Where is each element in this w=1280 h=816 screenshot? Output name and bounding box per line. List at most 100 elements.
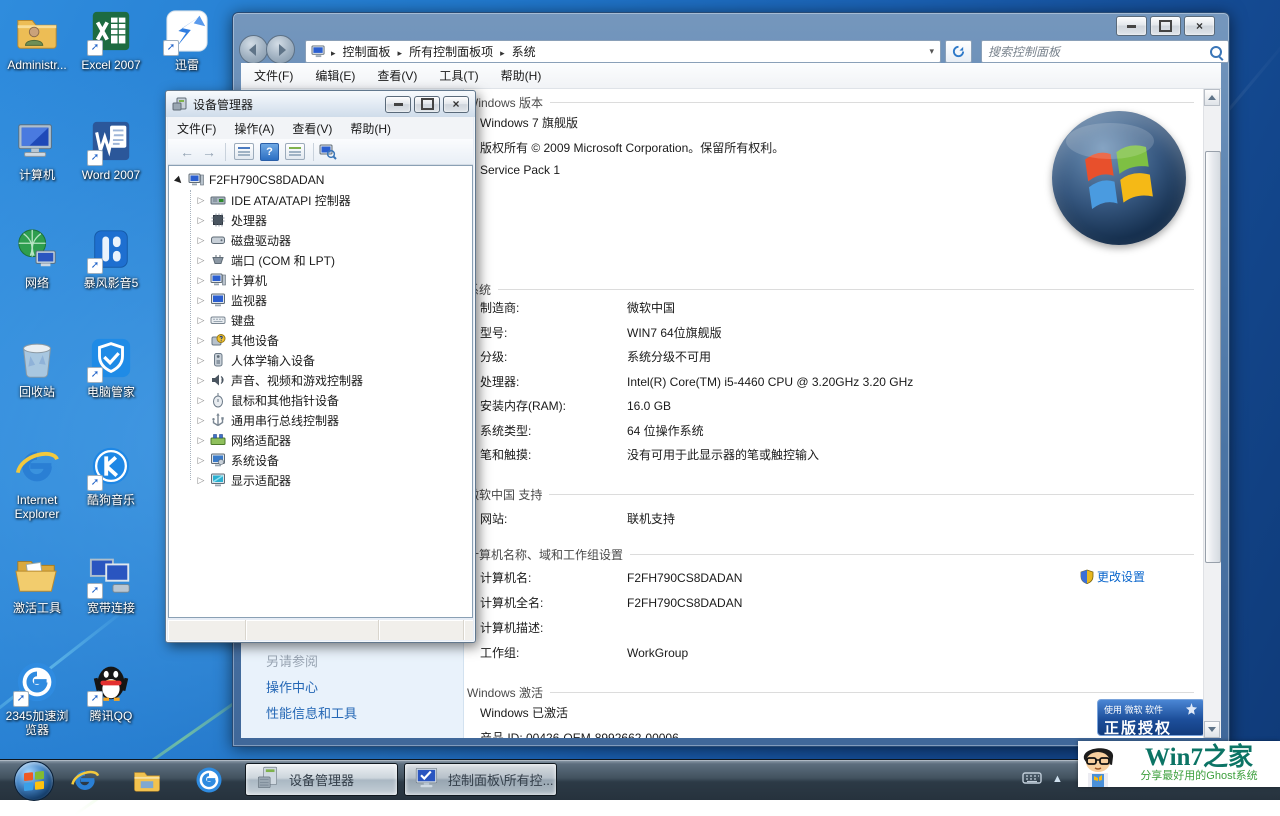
- start-button[interactable]: [14, 761, 54, 801]
- close-button[interactable]: ×: [1184, 16, 1215, 36]
- tree-item[interactable]: ▷人体学输入设备: [169, 350, 315, 370]
- expand-icon[interactable]: ▷: [195, 395, 207, 406]
- taskbar-button-device-manager[interactable]: 设备管理器: [245, 763, 398, 796]
- breadcrumb[interactable]: ▸控制面板▸所有控制面板项▸系统 ▾: [305, 40, 941, 63]
- menu-item[interactable]: 查看(V): [377, 67, 417, 84]
- minimize-button[interactable]: [1116, 16, 1147, 36]
- collapse-icon[interactable]: ▶: [171, 172, 187, 188]
- menu-item[interactable]: 编辑(E): [315, 67, 355, 84]
- scroll-up-button[interactable]: [1204, 89, 1220, 106]
- tree-item[interactable]: ▷端口 (COM 和 LPT): [169, 250, 335, 270]
- touch-keyboard-icon[interactable]: [1022, 771, 1042, 785]
- desktop-icon-browser-2345[interactable]: ➚2345加速浏览器: [1, 659, 73, 737]
- system-menu-bar: 文件(F) 编辑(E) 查看(V) 工具(T) 帮助(H): [241, 63, 1221, 89]
- scrollbar-thumb[interactable]: [1205, 151, 1221, 563]
- tree-item[interactable]: ▷计算机: [169, 270, 267, 290]
- tree-item[interactable]: ▷键盘: [169, 310, 255, 330]
- forward-button[interactable]: [266, 35, 295, 64]
- menu-item[interactable]: 操作(A): [225, 120, 283, 137]
- row-value-link[interactable]: 系统分级不可用: [627, 350, 711, 364]
- expand-icon[interactable]: ▷: [195, 435, 207, 446]
- expand-icon[interactable]: ▷: [195, 295, 207, 306]
- show-console-tree-button[interactable]: [234, 143, 254, 160]
- minimize-button[interactable]: [385, 96, 411, 113]
- menu-item[interactable]: 帮助(H): [501, 67, 542, 84]
- desktop-icon-broadband[interactable]: ➚宽带连接: [75, 551, 147, 615]
- expand-icon[interactable]: ▷: [195, 375, 207, 386]
- vertical-scrollbar[interactable]: [1203, 89, 1221, 738]
- taskbar-launcher-ie[interactable]: [70, 765, 102, 795]
- search-icon[interactable]: [1210, 46, 1222, 58]
- taskbar-button-control-panel[interactable]: 控制面板\所有控...: [404, 763, 557, 796]
- tree-item[interactable]: ▷鼠标和其他指针设备: [169, 390, 339, 410]
- tree-item[interactable]: ▷IDE ATA/ATAPI 控制器: [169, 190, 351, 210]
- search-input[interactable]: 搜索控制面板: [981, 40, 1229, 63]
- expand-icon[interactable]: ▷: [195, 315, 207, 326]
- expand-icon[interactable]: ▷: [195, 415, 207, 426]
- tree-item[interactable]: ▷显示适配器: [169, 470, 291, 490]
- tree-item[interactable]: ▷磁盘驱动器: [169, 230, 291, 250]
- taskbar-launcher-browser-2345[interactable]: [194, 765, 226, 795]
- menu-item[interactable]: 文件(F): [254, 67, 293, 84]
- other-device-icon: [209, 332, 227, 348]
- tree-item[interactable]: ▷声音、视频和游戏控制器: [169, 370, 363, 390]
- menu-item[interactable]: 文件(F): [168, 120, 225, 137]
- sidebar-link[interactable]: 性能信息和工具: [266, 703, 357, 722]
- menu-item[interactable]: 工具(T): [439, 67, 478, 84]
- expand-icon[interactable]: ▷: [195, 235, 207, 246]
- desktop-icon-recycle-bin[interactable]: 回收站: [1, 335, 73, 399]
- expand-icon[interactable]: ▷: [195, 335, 207, 346]
- expand-icon[interactable]: ▷: [195, 275, 207, 286]
- close-button[interactable]: ×: [443, 96, 469, 113]
- expand-icon[interactable]: ▷: [195, 475, 207, 486]
- breadcrumb-item[interactable]: 系统: [508, 45, 540, 59]
- expand-icon[interactable]: ▷: [195, 195, 207, 206]
- desktop-icon-activation-tools[interactable]: 激活工具: [1, 551, 73, 615]
- tree-item[interactable]: ▷其他设备: [169, 330, 279, 350]
- desktop-icon-pc-manager[interactable]: ➚电脑管家: [75, 335, 147, 399]
- desktop-icon-internet-explorer[interactable]: Internet Explorer: [1, 443, 73, 521]
- breadcrumb-dropdown[interactable]: ▾: [923, 46, 940, 57]
- maximize-button[interactable]: [414, 96, 440, 113]
- desktop-icon-baofeng5[interactable]: ➚暴风影音5: [75, 226, 147, 290]
- refresh-button[interactable]: [945, 40, 972, 63]
- desktop-icon-kugou-music[interactable]: ➚酷狗音乐: [75, 443, 147, 507]
- desktop-icon-network[interactable]: 网络: [1, 226, 73, 290]
- maximize-button[interactable]: [1150, 16, 1181, 36]
- expand-icon[interactable]: ▷: [195, 355, 207, 366]
- show-hidden-icons-button[interactable]: ▲: [1052, 773, 1063, 785]
- forward-button[interactable]: →: [198, 144, 220, 160]
- action-pane-button[interactable]: [285, 143, 305, 160]
- windows-edition: Windows 7 旗舰版: [480, 114, 578, 131]
- desktop-icon-word-2007[interactable]: ➚Word 2007: [75, 118, 147, 182]
- tree-item[interactable]: ▷通用串行总线控制器: [169, 410, 339, 430]
- desktop-icon-administrator[interactable]: Administr...: [1, 8, 73, 72]
- desktop-icon-computer[interactable]: 计算机: [1, 118, 73, 182]
- back-button[interactable]: ←: [176, 144, 198, 160]
- tree-item[interactable]: ▷监视器: [169, 290, 267, 310]
- tree-item[interactable]: ▷网络适配器: [169, 430, 291, 450]
- back-button[interactable]: [239, 35, 268, 64]
- taskbar-launcher-explorer[interactable]: [132, 765, 164, 795]
- breadcrumb-item[interactable]: 控制面板: [339, 45, 395, 59]
- desktop-icon-excel-2007[interactable]: ➚Excel 2007: [75, 8, 147, 72]
- desktop-icon-tencent-qq[interactable]: ➚腾讯QQ: [75, 659, 147, 723]
- sidebar-link[interactable]: 操作中心: [266, 677, 318, 696]
- device-manager-titlebar[interactable]: 设备管理器 ×: [166, 91, 475, 117]
- menu-item[interactable]: 帮助(H): [341, 120, 400, 137]
- tree-item[interactable]: ▷处理器: [169, 210, 267, 230]
- desktop-icon-xunlei[interactable]: ➚迅雷: [151, 8, 223, 72]
- expand-icon[interactable]: ▷: [195, 215, 207, 226]
- tree-item[interactable]: ▷系统设备: [169, 450, 279, 470]
- row-value-link[interactable]: 联机支持: [627, 512, 675, 526]
- expand-icon[interactable]: ▷: [195, 455, 207, 466]
- expand-icon[interactable]: ▷: [195, 255, 207, 266]
- menu-item[interactable]: 查看(V): [283, 120, 341, 137]
- tree-item-root[interactable]: ▶F2FH790CS8DADAN: [169, 170, 324, 190]
- genuine-software-badge[interactable]: 使用 微软 软件 正版授权: [1097, 699, 1204, 736]
- scan-hardware-changes-icon[interactable]: [319, 144, 337, 160]
- breadcrumb-item[interactable]: 所有控制面板项: [405, 45, 497, 59]
- scroll-down-button[interactable]: [1204, 721, 1220, 738]
- change-settings-link[interactable]: 更改设置: [1080, 568, 1145, 585]
- help-button[interactable]: ?: [260, 143, 279, 161]
